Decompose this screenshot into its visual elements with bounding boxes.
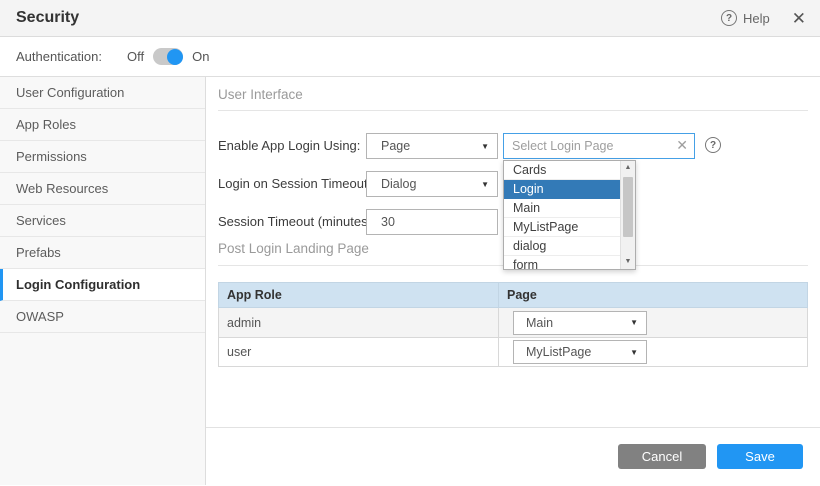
session-timeout-label: Session Timeout (minutes): [218,209,376,235]
section-title-post-login: Post Login Landing Page [218,241,369,256]
column-header-app-role: App Role [219,283,499,308]
help-link[interactable]: Help [743,11,770,26]
chevron-down-icon: ▼ [481,180,489,189]
scroll-up-icon[interactable]: ▲ [621,161,635,175]
close-icon[interactable]: ✕ [792,10,806,27]
title-bar: Security ? Help ✕ [0,0,820,37]
dropdown-option-cards[interactable]: Cards [504,161,620,180]
app-role-cell: admin [219,308,499,338]
session-timeout-input[interactable] [366,209,498,235]
body: User Configuration App Roles Permissions… [0,77,820,485]
login-on-session-timeout-value: Dialog [381,177,481,191]
auth-off-label: Off [127,49,144,64]
title-bar-actions: ? Help ✕ [721,10,806,27]
login-page-search-input[interactable] [503,133,695,159]
page-title: Security [16,9,79,27]
save-button[interactable]: Save [717,444,803,469]
dropdown-options: Cards Login Main MyListPage dialog form [504,161,620,270]
table-header-row: App Role Page [219,283,808,308]
dropdown-scrollbar[interactable]: ▲ ▼ [620,161,635,269]
user-page-value: MyListPage [526,345,630,359]
post-login-table: App Role Page admin Main ▼ [218,282,808,367]
sidebar-item-user-configuration[interactable]: User Configuration [0,77,205,109]
app-role-cell: user [219,338,499,367]
authentication-label: Authentication: [16,49,102,64]
security-settings-window: Security ? Help ✕ Authentication: Off On… [0,0,820,486]
footer-divider [206,427,820,428]
chevron-down-icon: ▼ [481,142,489,151]
sidebar-item-services[interactable]: Services [0,205,205,237]
table-row: user MyListPage ▼ [219,338,808,367]
admin-page-value: Main [526,316,630,330]
sidebar: User Configuration App Roles Permissions… [0,77,206,485]
page-cell: MyListPage ▼ [499,338,808,367]
table-row: admin Main ▼ [219,308,808,338]
dropdown-option-dialog[interactable]: dialog [504,237,620,256]
page-cell: Main ▼ [499,308,808,338]
scrollbar-thumb[interactable] [623,177,633,237]
help-icon[interactable]: ? [721,10,737,26]
sidebar-item-permissions[interactable]: Permissions [0,141,205,173]
section-title-user-interface: User Interface [218,87,303,102]
enable-app-login-select[interactable]: Page ▼ [366,133,498,159]
dropdown-option-main[interactable]: Main [504,199,620,218]
toggle-knob [167,49,183,65]
admin-page-select[interactable]: Main ▼ [513,311,647,335]
login-page-dropdown: Cards Login Main MyListPage dialog form … [503,160,636,270]
sidebar-item-web-resources[interactable]: Web Resources [0,173,205,205]
scroll-down-icon[interactable]: ▼ [621,255,635,269]
column-header-page: Page [499,283,808,308]
user-page-select[interactable]: MyListPage ▼ [513,340,647,364]
sidebar-item-login-configuration[interactable]: Login Configuration [0,269,205,301]
dropdown-option-form[interactable]: form [504,256,620,270]
authentication-row: Authentication: Off On [0,37,820,77]
main-content: User Interface Enable App Login Using: P… [206,77,820,485]
chevron-down-icon: ▼ [630,318,638,327]
chevron-down-icon: ▼ [630,348,638,357]
dropdown-option-mylistpage[interactable]: MyListPage [504,218,620,237]
sidebar-item-app-roles[interactable]: App Roles [0,109,205,141]
login-on-session-timeout-label: Login on Session Timeout: [218,171,371,197]
clear-icon[interactable]: ✕ [676,137,688,154]
cancel-button[interactable]: Cancel [618,444,706,469]
login-on-session-timeout-select[interactable]: Dialog ▼ [366,171,498,197]
login-page-help-icon[interactable]: ? [705,137,721,153]
auth-on-label: On [192,49,209,64]
authentication-toggle[interactable] [153,48,183,65]
dropdown-option-login[interactable]: Login [504,180,620,199]
login-page-combo: ✕ [503,133,695,159]
enable-app-login-label: Enable App Login Using: [218,133,360,159]
sidebar-item-prefabs[interactable]: Prefabs [0,237,205,269]
divider [218,110,808,111]
sidebar-item-owasp[interactable]: OWASP [0,301,205,333]
enable-app-login-value: Page [381,139,481,153]
